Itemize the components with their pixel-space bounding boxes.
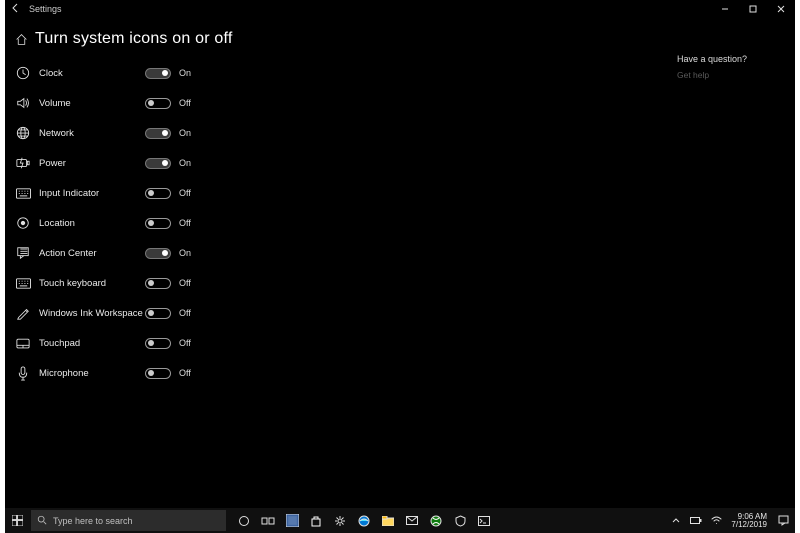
taskbar: Type here to search 9:06 AM 7/12/2019	[5, 508, 795, 533]
tray-chevron-icon[interactable]	[669, 508, 683, 533]
network-icon	[13, 126, 33, 140]
setting-row-location: Location Off	[13, 208, 677, 238]
page-title: Turn system icons on or off	[35, 30, 232, 48]
settings-window: Settings Turn system icons on or off Clo…	[5, 0, 795, 508]
toggle-location[interactable]	[145, 218, 171, 229]
search-box[interactable]: Type here to search	[31, 510, 226, 531]
cortana-icon[interactable]	[232, 508, 256, 533]
setting-row-ink-workspace: Windows Ink Workspace Off	[13, 298, 677, 328]
tray-wifi-icon[interactable]	[709, 508, 723, 533]
toggle-microphone[interactable]	[145, 368, 171, 379]
get-help-link[interactable]: Get help	[677, 70, 787, 80]
setting-row-network: Network On	[13, 118, 677, 148]
main-content: Turn system icons on or off Clock On Volum…	[13, 24, 677, 388]
setting-label: Windows Ink Workspace	[33, 308, 145, 319]
setting-row-clock: Clock On	[13, 58, 677, 88]
toggle-state-label: On	[179, 158, 191, 168]
titlebar: Settings	[5, 0, 795, 18]
toggle-state-label: Off	[179, 308, 191, 318]
ink-workspace-icon	[13, 306, 33, 320]
setting-label: Input Indicator	[33, 188, 145, 199]
start-button[interactable]	[5, 508, 29, 533]
volume-icon	[13, 96, 33, 110]
taskbar-app-store[interactable]	[304, 508, 328, 533]
toggle-state-label: Off	[179, 338, 191, 348]
help-heading: Have a question?	[677, 54, 787, 64]
toggle-power[interactable]	[145, 158, 171, 169]
tray-battery-icon[interactable]	[689, 508, 703, 533]
setting-row-input-indicator: Input Indicator Off	[13, 178, 677, 208]
taskbar-app-mail[interactable]	[400, 508, 424, 533]
power-icon	[13, 157, 33, 169]
input-indicator-icon	[13, 188, 33, 199]
taskbar-app-explorer[interactable]	[376, 508, 400, 533]
clock-icon	[13, 66, 33, 80]
taskbar-app-word[interactable]	[280, 508, 304, 533]
toggle-state-label: Off	[179, 188, 191, 198]
toggle-input-indicator[interactable]	[145, 188, 171, 199]
setting-label: Touchpad	[33, 338, 145, 349]
action-center-icon[interactable]	[775, 508, 791, 533]
toggle-network[interactable]	[145, 128, 171, 139]
toggle-volume[interactable]	[145, 98, 171, 109]
toggle-state-label: Off	[179, 98, 191, 108]
setting-label: Microphone	[33, 368, 145, 379]
search-placeholder: Type here to search	[53, 516, 133, 526]
taskbar-app-edge[interactable]	[352, 508, 376, 533]
touchpad-icon	[13, 338, 33, 349]
setting-label: Touch keyboard	[33, 278, 145, 289]
setting-label: Clock	[33, 68, 145, 79]
setting-row-microphone: Microphone Off	[13, 358, 677, 388]
toggle-state-label: On	[179, 68, 191, 78]
home-icon[interactable]	[13, 33, 29, 46]
taskbar-app-security[interactable]	[448, 508, 472, 533]
taskbar-app-terminal[interactable]	[472, 508, 496, 533]
minimize-button[interactable]	[711, 0, 739, 18]
close-button[interactable]	[767, 0, 795, 18]
toggle-state-label: On	[179, 248, 191, 258]
taskbar-clock[interactable]: 9:06 AM 7/12/2019	[729, 513, 769, 529]
clock-date: 7/12/2019	[731, 521, 767, 529]
setting-row-touch-keyboard: Touch keyboard Off	[13, 268, 677, 298]
toggle-state-label: Off	[179, 278, 191, 288]
toggle-touchpad[interactable]	[145, 338, 171, 349]
search-icon	[37, 512, 47, 530]
setting-label: Power	[33, 158, 145, 169]
setting-row-action-center-row: Action Center On	[13, 238, 677, 268]
setting-row-power: Power On	[13, 148, 677, 178]
toggle-action-center-row[interactable]	[145, 248, 171, 259]
window-title: Settings	[27, 4, 62, 14]
setting-row-volume: Volume Off	[13, 88, 677, 118]
taskbar-app-settings[interactable]	[328, 508, 352, 533]
setting-label: Volume	[33, 98, 145, 109]
maximize-button[interactable]	[739, 0, 767, 18]
location-icon	[13, 216, 33, 230]
toggle-ink-workspace[interactable]	[145, 308, 171, 319]
toggle-state-label: On	[179, 128, 191, 138]
back-button[interactable]	[5, 3, 27, 16]
taskbar-app-xbox[interactable]	[424, 508, 448, 533]
action-center-row-icon	[13, 246, 33, 260]
toggle-state-label: Off	[179, 368, 191, 378]
toggle-clock[interactable]	[145, 68, 171, 79]
toggle-state-label: Off	[179, 218, 191, 228]
side-panel: Have a question? Get help	[677, 24, 787, 388]
setting-label: Action Center	[33, 248, 145, 259]
microphone-icon	[13, 366, 33, 381]
toggle-touch-keyboard[interactable]	[145, 278, 171, 289]
setting-label: Location	[33, 218, 145, 229]
task-view-icon[interactable]	[256, 508, 280, 533]
setting-row-touchpad: Touchpad Off	[13, 328, 677, 358]
setting-label: Network	[33, 128, 145, 139]
touch-keyboard-icon	[13, 278, 33, 289]
